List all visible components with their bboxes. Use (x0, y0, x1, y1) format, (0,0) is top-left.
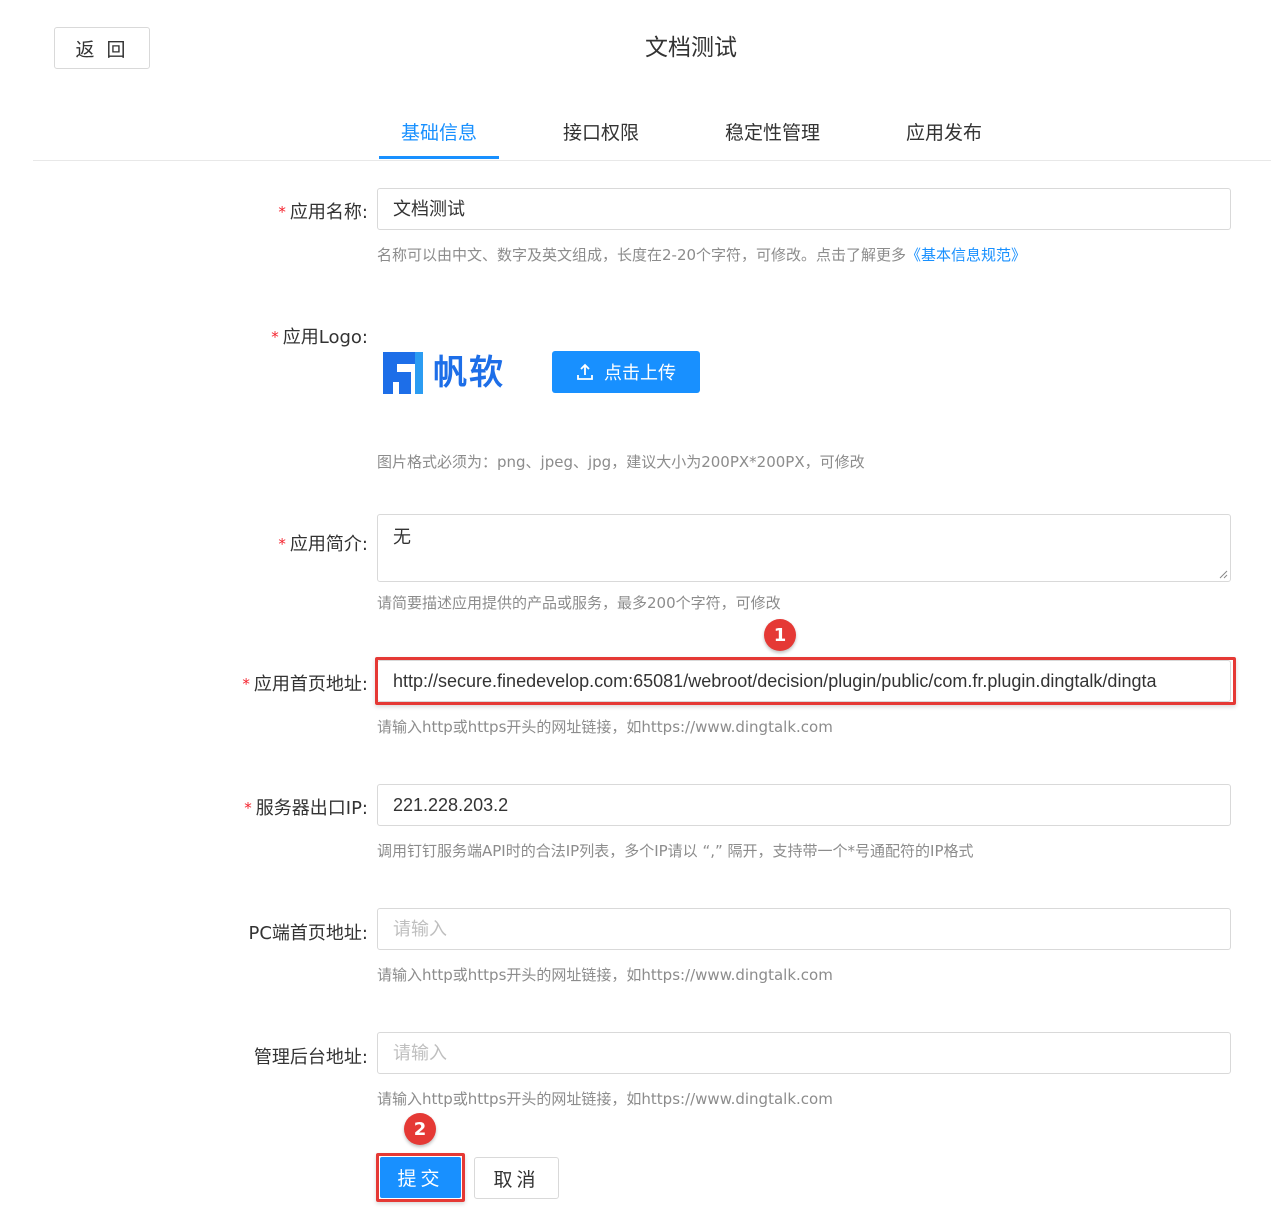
required-mark: * (278, 535, 286, 553)
cancel-button[interactable]: 取消 (474, 1157, 559, 1199)
app-name-input[interactable]: 文档测试 (377, 188, 1231, 230)
homepage-url-label: * 应用首页地址: (242, 674, 368, 695)
resize-grip-icon[interactable] (1218, 569, 1228, 579)
homepage-url-hint: 请输入http或https开头的网址链接，如https://www.dingta… (377, 718, 833, 736)
required-mark: * (278, 203, 286, 221)
required-mark: * (244, 799, 252, 817)
tab-bar: 基础信息 接口权限 稳定性管理 应用发布 (0, 110, 1271, 162)
app-logo-image: 帆软 (381, 350, 511, 396)
page-title: 文档测试 (645, 35, 737, 61)
basic-info-spec-link[interactable]: 《基本信息规范》 (906, 246, 1026, 264)
server-ip-input[interactable]: 221.228.203.2 (377, 784, 1231, 826)
tab-api-permissions[interactable]: 接口权限 (541, 110, 661, 160)
app-intro-label: * 应用简介: (278, 534, 368, 555)
app-intro-value: 无 (393, 527, 411, 548)
tab-basic-info[interactable]: 基础信息 (379, 110, 499, 160)
upload-icon (577, 363, 593, 380)
server-ip-hint: 调用钉钉服务端API时的合法IP列表，多个IP请以 “,” 隔开，支持带一个*号… (377, 842, 974, 860)
app-name-label: * 应用名称: (278, 202, 368, 223)
tabs-divider (33, 160, 1271, 161)
pc-homepage-input[interactable]: 请输入 (377, 908, 1231, 950)
pc-homepage-label: PC端首页地址: (248, 923, 369, 944)
step-1-highlight (375, 657, 1236, 705)
required-mark: * (242, 675, 250, 693)
admin-url-input[interactable]: 请输入 (377, 1032, 1231, 1074)
required-mark: * (271, 328, 279, 346)
app-intro-textarea[interactable]: 无 (377, 514, 1231, 582)
app-intro-hint: 请简要描述应用提供的产品或服务，最多200个字符，可修改 (377, 594, 781, 612)
step-2-badge: 2 (404, 1113, 436, 1145)
logo-text: 帆软 (433, 353, 505, 393)
upload-button[interactable]: 点击上传 (552, 351, 700, 393)
step-2-highlight (376, 1153, 465, 1202)
server-ip-label: * 服务器出口IP: (244, 798, 368, 819)
upload-button-label: 点击上传 (604, 363, 676, 384)
active-tab-indicator (379, 156, 499, 159)
app-name-hint: 名称可以由中文、数字及英文组成，长度在2-20个字符，可修改。点击了解更多《基本… (377, 246, 1027, 264)
admin-url-hint: 请输入http或https开头的网址链接，如https://www.dingta… (377, 1090, 833, 1108)
app-logo-hint: 图片格式必须为：png、jpeg、jpg，建议大小为200PX*200PX，可修… (377, 453, 865, 471)
step-1-badge: 1 (764, 619, 796, 651)
tab-stability-management[interactable]: 稳定性管理 (705, 110, 840, 160)
app-logo-label: * 应用Logo: (271, 327, 368, 348)
tab-app-release[interactable]: 应用发布 (884, 110, 1004, 160)
admin-url-label: 管理后台地址: (253, 1047, 368, 1068)
pc-homepage-hint: 请输入http或https开头的网址链接，如https://www.dingta… (377, 966, 833, 984)
